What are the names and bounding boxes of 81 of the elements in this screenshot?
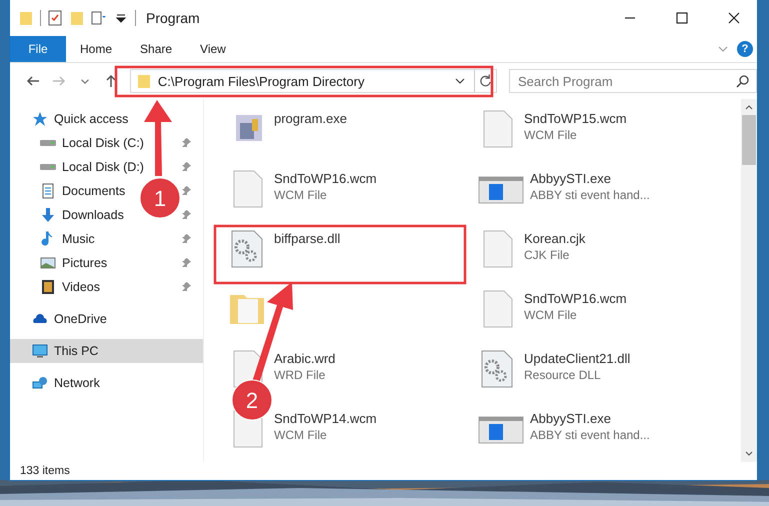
file-name: Arabic.wrd <box>274 351 336 366</box>
nav-item[interactable]: Quick access <box>10 107 203 131</box>
nav-item[interactable]: Network <box>10 371 203 395</box>
step-number-badge: 1 <box>140 178 180 218</box>
pin-icon[interactable] <box>181 186 191 196</box>
scroll-up-icon[interactable] <box>745 103 753 111</box>
file-item[interactable]: UpdateClient21.dll Resource DLL <box>474 345 714 401</box>
window-title: Program <box>146 10 201 26</box>
app-window-icon <box>478 415 524 445</box>
ribbon-tab[interactable]: File <box>10 36 66 62</box>
film-icon <box>40 279 56 295</box>
file-type: WCM File <box>524 308 578 322</box>
step-number-badge: 2 <box>232 380 272 420</box>
file-name: SndToWP15.wcm <box>524 111 627 126</box>
file-name: AbbyySTI.exe <box>530 411 612 426</box>
nav-item[interactable]: OneDrive <box>10 307 203 331</box>
file-name: SndToWP16.wcm <box>524 291 627 306</box>
folder-icon[interactable] <box>69 10 85 26</box>
nav-item[interactable]: Videos <box>10 275 203 299</box>
scrollbar-thumb[interactable] <box>742 115 756 165</box>
pin-icon[interactable] <box>181 282 191 292</box>
file-type: WCM File <box>524 128 578 142</box>
nav-item[interactable]: Music <box>10 227 203 251</box>
file-name: SndToWP16.wcm <box>274 171 377 186</box>
help-button[interactable]: ? <box>737 41 753 57</box>
properties-icon[interactable] <box>91 10 107 26</box>
pin-icon[interactable] <box>181 258 191 268</box>
file-type: WCM File <box>274 188 328 202</box>
ribbon-tab[interactable]: Home <box>66 36 126 62</box>
file-name: AbbyySTI.exe <box>530 171 612 186</box>
nav-item[interactable]: Local Disk (D:) <box>10 155 203 179</box>
pin-icon[interactable] <box>181 138 191 148</box>
nav-item[interactable]: This PC <box>10 339 203 363</box>
scrollbar[interactable] <box>741 99 757 462</box>
star-icon <box>32 111 48 127</box>
network-icon <box>32 375 48 391</box>
file-name: program.exe <box>274 111 347 126</box>
file-name: Korean.cjk <box>524 231 586 246</box>
checklist-icon[interactable] <box>47 10 63 26</box>
item-count: 133 items <box>20 465 70 477</box>
folder-icon <box>136 73 152 89</box>
file-item[interactable]: program.exe <box>224 105 464 161</box>
file-type: CJK File <box>524 248 570 262</box>
down-arrow-icon <box>40 207 56 223</box>
picture-icon <box>40 255 56 271</box>
ribbon-tab[interactable]: View <box>186 36 240 62</box>
address-field[interactable]: C:\Program Files\Program Directory <box>130 69 497 93</box>
file-item[interactable]: AbbyySTI.exe ABBY sti event hand... <box>474 405 714 461</box>
maximize-icon <box>676 12 688 24</box>
file-type: Resource DLL <box>524 368 602 382</box>
drive-icon <box>40 140 56 146</box>
chevron-down-icon <box>80 78 89 84</box>
file-item[interactable]: Korean.cjk CJK File <box>474 225 714 281</box>
close-icon <box>728 12 740 24</box>
file-type: WRD File <box>274 368 326 382</box>
file-name: SndToWP14.wcm <box>274 411 377 426</box>
file-type: ABBY sti event hand... <box>530 188 650 202</box>
scroll-down-icon[interactable] <box>745 450 753 458</box>
search-field[interactable]: Search Program <box>509 69 757 93</box>
pin-icon[interactable] <box>181 234 191 244</box>
search-icon[interactable] <box>735 73 751 89</box>
document-icon <box>40 183 56 199</box>
drive-icon <box>40 164 56 170</box>
ribbon-tab[interactable]: Share <box>126 36 186 62</box>
folder-icon[interactable] <box>18 10 34 26</box>
file-item[interactable]: biffparse.dll <box>224 225 464 281</box>
nav-item[interactable]: Pictures <box>10 251 203 275</box>
nav-item[interactable]: Local Disk (C:) <box>10 131 203 155</box>
refresh-icon <box>478 73 493 89</box>
file-name: UpdateClient21.dll <box>524 351 630 366</box>
file-type: WCM File <box>274 428 328 442</box>
pin-icon[interactable] <box>181 210 191 220</box>
file-name: biffparse.dll <box>274 231 340 246</box>
file-item[interactable]: AbbyySTI.exe ABBY sti event hand... <box>474 165 714 221</box>
monitor-icon <box>32 343 48 359</box>
pin-icon[interactable] <box>181 162 191 172</box>
file-type: ABBY sti event hand... <box>530 428 650 442</box>
app-window-icon <box>478 175 524 205</box>
file-item[interactable]: SndToWP15.wcm WCM File <box>474 105 714 161</box>
file-item[interactable]: SndToWP16.wcm WCM File <box>474 285 714 341</box>
file-item[interactable]: SndToWP16.wcm WCM File <box>224 165 464 221</box>
